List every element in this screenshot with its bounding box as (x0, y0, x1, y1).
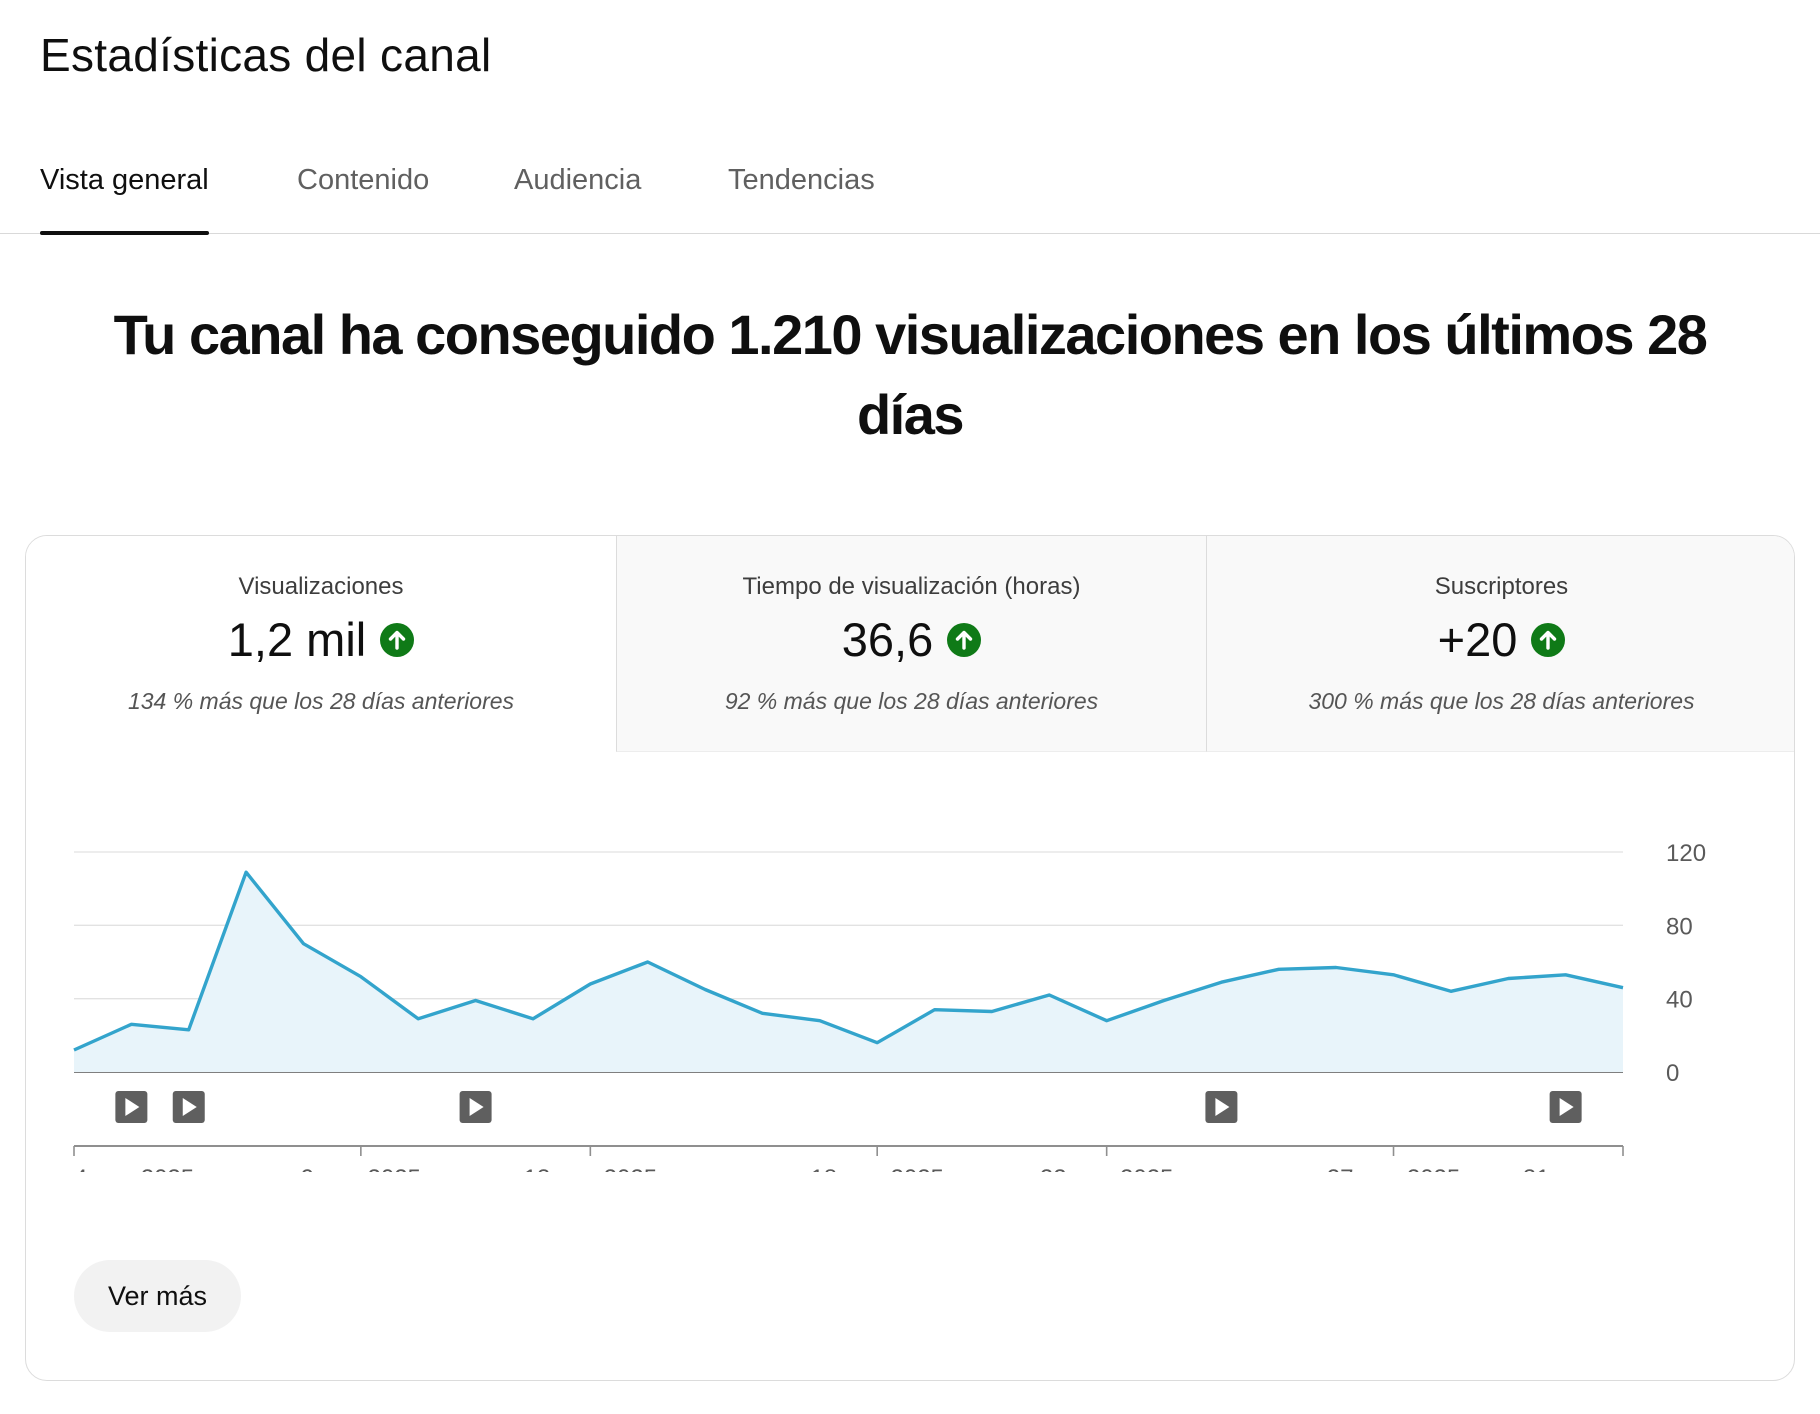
data-point (530, 1016, 536, 1022)
data-point (702, 987, 708, 993)
data-point (1391, 972, 1397, 978)
metric-card-subscribers[interactable]: Suscriptores +20 300 % más que los 28 dí… (1206, 536, 1794, 752)
y-tick-label: 80 (1666, 913, 1693, 940)
y-tick-label: 0 (1666, 1060, 1679, 1087)
metric-value: 1,2 mil (227, 613, 367, 666)
data-point (186, 1027, 192, 1033)
video-marker-icon[interactable] (172, 1091, 205, 1123)
metric-comparison: 92 % más que los 28 días anteriores (724, 688, 1099, 714)
data-point (1563, 972, 1569, 978)
data-point (243, 869, 249, 875)
x-tick-label: 31 ene ... (1523, 1165, 1623, 1172)
arrow-up-circle-icon (1531, 622, 1566, 657)
views-chart: 0 40 80 120 4 ene 2025 9 ene 2025 13 ene 2025… (71, 840, 1706, 1172)
data-point (300, 941, 306, 947)
x-tick-label: 4 ene 2025 (74, 1165, 194, 1172)
metric-comparison: 300 % más que los 28 días anteriores (1308, 688, 1695, 714)
data-point (1505, 976, 1511, 982)
x-tick-label: 22 ene 2025 (1040, 1165, 1173, 1172)
video-marker-icon[interactable] (459, 1091, 492, 1123)
video-marker-icon[interactable] (1549, 1091, 1582, 1123)
metric-label: Visualizaciones (238, 573, 404, 600)
x-tick-label: 9 ene 2025 (301, 1165, 421, 1172)
metric-comparison: 134 % más que los 28 días anteriores (127, 688, 515, 714)
metric-value-row: +20 (1207, 612, 1794, 667)
tab-audiencia[interactable]: Audiencia (514, 164, 641, 233)
metric-card-views[interactable]: Visualizaciones 1,2 mil 134 % más que lo… (26, 536, 616, 752)
data-point (645, 959, 651, 965)
page-title: Estadísticas del canal (40, 29, 492, 81)
video-marker-icon[interactable] (115, 1091, 148, 1123)
data-point (1104, 1018, 1110, 1024)
data-point (358, 974, 364, 980)
y-tick-label: 40 (1666, 987, 1693, 1014)
see-more-button[interactable]: Ver más (74, 1260, 241, 1332)
metric-value-row: 36,6 (617, 612, 1206, 667)
x-tick-label: 13 ene 2025 (524, 1165, 657, 1172)
data-point (1161, 998, 1167, 1004)
data-point (989, 1009, 995, 1015)
data-point (71, 1047, 77, 1053)
metric-label: Suscriptores (1434, 573, 1569, 600)
overview-card: Visualizaciones 1,2 mil 134 % más que lo… (25, 535, 1795, 1381)
data-point (473, 998, 479, 1004)
y-tick-label: 120 (1666, 840, 1706, 867)
data-point (1218, 979, 1224, 985)
metric-value: +20 (1437, 613, 1518, 666)
data-point (874, 1040, 880, 1046)
metric-value: 36,6 (841, 613, 934, 666)
video-marker-icon[interactable] (1205, 1091, 1238, 1123)
arrow-up-circle-icon (380, 622, 415, 657)
chart-area-fill (74, 872, 1623, 1072)
data-point (1046, 992, 1052, 998)
x-tick-label: 27 ene 2025 (1327, 1165, 1460, 1172)
metric-value-row: 1,2 mil (26, 612, 616, 667)
data-point (1276, 966, 1282, 972)
x-axis-ticks: 4 ene 2025 9 ene 2025 13 ene 2025 18 ene 20… (73, 1146, 1624, 1172)
metric-label: Tiempo de visualización (horas) (742, 573, 1081, 600)
data-point (1620, 985, 1626, 991)
data-point (587, 981, 593, 987)
data-point (817, 1018, 823, 1024)
summary-headline: Tu canal ha conseguido 1.210 visualizaci… (113, 303, 1708, 446)
data-point (128, 1021, 134, 1027)
arrow-up-circle-icon (947, 622, 982, 657)
video-markers (115, 1091, 1582, 1123)
data-point (1333, 965, 1339, 971)
x-tick-label: 18 ene 2025 (810, 1165, 943, 1172)
tab-bar: Vista general Contenido Audiencia Tenden… (0, 140, 1820, 235)
y-axis-ticks: 0 40 80 120 (1666, 840, 1706, 1087)
data-point (932, 1007, 938, 1013)
metric-card-watch-time[interactable]: Tiempo de visualización (horas) 36,6 92 … (616, 536, 1206, 752)
tab-contenido[interactable]: Contenido (297, 164, 429, 233)
data-point (415, 1016, 421, 1022)
tab-vista-general[interactable]: Vista general (40, 164, 209, 235)
data-point (759, 1010, 765, 1016)
data-point (1448, 988, 1454, 994)
tab-tendencias[interactable]: Tendencias (728, 164, 875, 233)
